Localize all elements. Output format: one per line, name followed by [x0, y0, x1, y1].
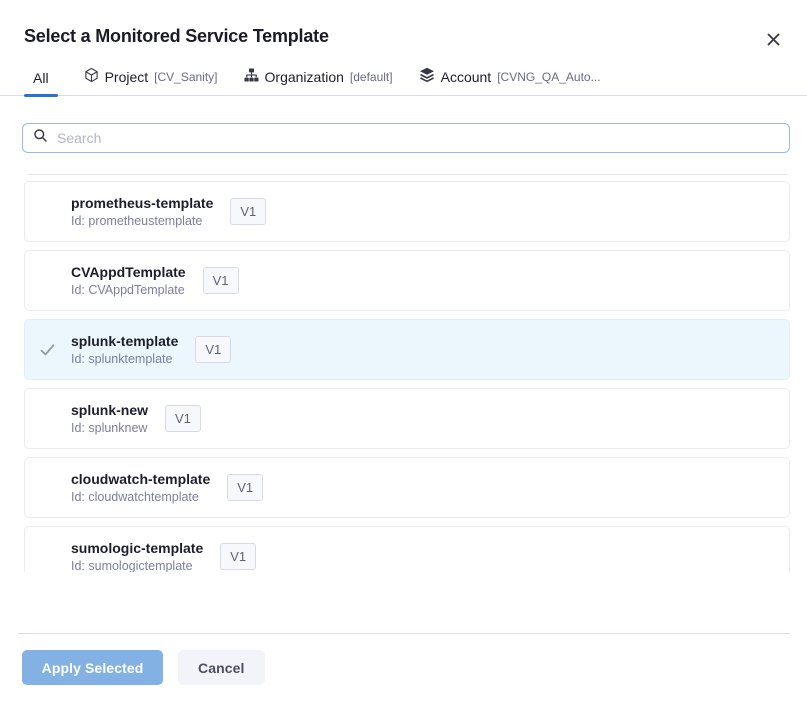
layers-icon [419, 67, 435, 86]
hierarchy-icon [244, 68, 259, 86]
template-name: sumologic-template [71, 540, 203, 556]
list-divider [27, 174, 787, 175]
footer-divider [18, 633, 790, 634]
template-list-item[interactable]: splunk-template Id: splunktemplate V1 [24, 319, 790, 380]
search-input[interactable] [57, 130, 779, 146]
version-badge: V1 [203, 267, 239, 294]
tab-account-scope: [CVNG_QA_Auto... [497, 70, 600, 84]
tab-project[interactable]: Project [CV_Sanity] [84, 67, 218, 95]
tab-organization[interactable]: Organization [default] [244, 68, 393, 95]
apply-selected-button[interactable]: Apply Selected [22, 650, 163, 685]
template-text: CVAppdTemplate Id: CVAppdTemplate [71, 264, 186, 297]
template-id: Id: splunktemplate [71, 352, 178, 366]
template-name: prometheus-template [71, 195, 213, 211]
tab-project-label: Project [105, 69, 149, 85]
scope-tabs: All Project [CV_Sanity] [0, 67, 807, 96]
template-text: sumologic-template Id: sumologictemplate [71, 540, 203, 572]
tab-account[interactable]: Account [CVNG_QA_Auto... [419, 67, 601, 95]
version-badge: V1 [195, 336, 231, 363]
tab-all[interactable]: All [24, 70, 58, 95]
tab-account-label: Account [441, 69, 492, 85]
template-name: cloudwatch-template [71, 471, 210, 487]
cube-icon [84, 67, 99, 86]
modal-header: Select a Monitored Service Template [0, 0, 807, 47]
template-list[interactable]: prometheus-template Id: prometheustempla… [24, 174, 790, 572]
template-name: CVAppdTemplate [71, 264, 186, 280]
tab-all-label: All [33, 70, 49, 86]
template-list-item[interactable]: splunk-new Id: splunknew V1 [24, 388, 790, 449]
template-id: Id: prometheustemplate [71, 214, 213, 228]
template-id: Id: CVAppdTemplate [71, 283, 186, 297]
template-text: splunk-new Id: splunknew [71, 402, 148, 435]
template-id: Id: cloudwatchtemplate [71, 490, 210, 504]
search-icon [33, 128, 57, 148]
search-box [22, 123, 790, 153]
version-badge: V1 [220, 543, 256, 570]
version-badge: V1 [227, 474, 263, 501]
template-text: prometheus-template Id: prometheustempla… [71, 195, 213, 228]
modal-title: Select a Monitored Service Template [24, 26, 783, 47]
template-list-item[interactable]: prometheus-template Id: prometheustempla… [24, 181, 790, 242]
template-name: splunk-template [71, 333, 178, 349]
cancel-button[interactable]: Cancel [178, 650, 265, 685]
version-badge: V1 [230, 198, 266, 225]
template-list-item[interactable]: sumologic-template Id: sumologictemplate… [24, 526, 790, 572]
template-id: Id: splunknew [71, 421, 148, 435]
tab-organization-label: Organization [265, 69, 344, 85]
tab-project-scope: [CV_Sanity] [154, 70, 217, 84]
select-template-modal: Select a Monitored Service Template All … [0, 0, 807, 712]
template-name: splunk-new [71, 402, 148, 418]
check-icon [40, 343, 55, 356]
template-id: Id: sumologictemplate [71, 559, 203, 572]
close-icon[interactable] [763, 29, 783, 49]
version-badge: V1 [165, 405, 201, 432]
template-list-item[interactable]: cloudwatch-template Id: cloudwatchtempla… [24, 457, 790, 518]
tab-organization-scope: [default] [350, 70, 393, 84]
template-text: cloudwatch-template Id: cloudwatchtempla… [71, 471, 210, 504]
template-list-item[interactable]: CVAppdTemplate Id: CVAppdTemplate V1 [24, 250, 790, 311]
template-text: splunk-template Id: splunktemplate [71, 333, 178, 366]
modal-footer: Apply Selected Cancel [22, 650, 807, 685]
